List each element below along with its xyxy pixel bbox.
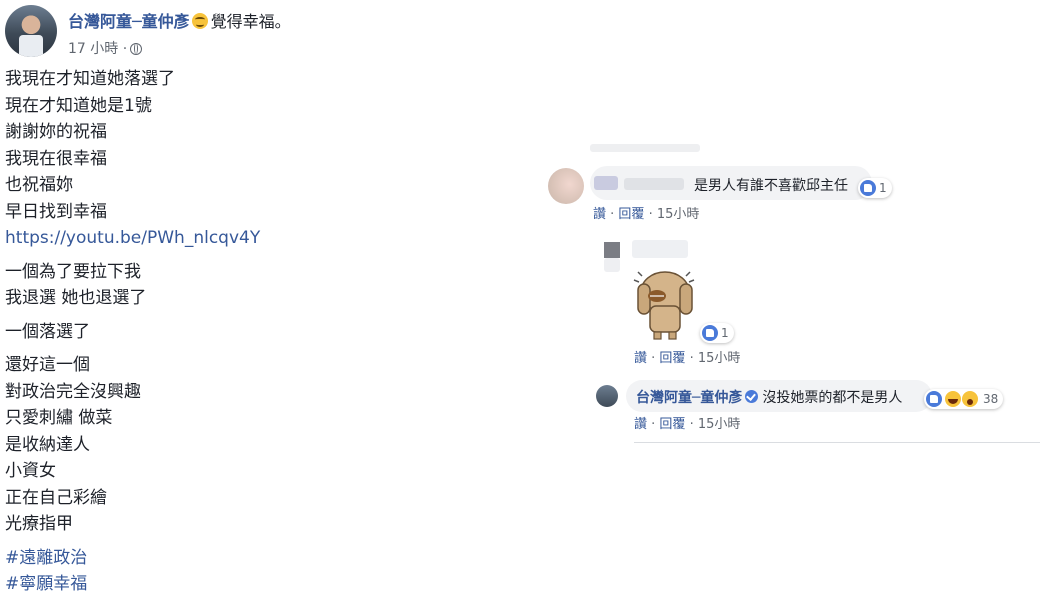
post-line: 是收納達人 xyxy=(5,434,90,455)
redacted-previous-comment xyxy=(590,144,700,152)
comment-bubble: 是男人有誰不喜歡邱主任 xyxy=(590,166,872,200)
post-meta: 17 小時 · xyxy=(68,38,143,58)
author-avatar[interactable] xyxy=(5,5,57,57)
post-author-name[interactable]: 台灣阿童─童仲彥 xyxy=(68,12,190,31)
comment-timestamp[interactable]: · 15小時 xyxy=(649,207,700,222)
redacted-commenter-name[interactable] xyxy=(604,258,620,272)
youtube-link[interactable]: https://youtu.be/PWh_nlcqv4Y xyxy=(5,225,260,252)
comment-timestamp[interactable]: · 15小時 xyxy=(690,417,741,432)
commenter-avatar-blurred[interactable] xyxy=(548,168,584,204)
comment-bubble: 台灣阿童─童仲彥 沒投她票的都不是男人 xyxy=(626,380,932,412)
smiling-face-icon xyxy=(191,13,208,29)
comment-actions: 讚 · 回覆 · 15小時 xyxy=(634,417,741,432)
post-timestamp[interactable]: 17 小時 · xyxy=(68,41,127,57)
reaction-summary[interactable]: 1 xyxy=(858,178,892,198)
globe-icon[interactable] xyxy=(130,43,143,55)
post-line: 我現在很幸福 xyxy=(5,148,107,169)
reaction-count: 1 xyxy=(721,326,729,340)
post-line: 謝謝妳的祝福 xyxy=(5,122,107,142)
post-body: 我現在才知道她落選了 現在才知道她是1號 謝謝妳的祝福 我現在很幸福 也祝福妳 … xyxy=(5,66,260,598)
comment-actions: 讚 · 回覆 · 15小時 xyxy=(593,207,700,222)
post-line: 只愛刺繡 做菜 xyxy=(5,408,113,428)
verified-badge-icon xyxy=(745,390,759,403)
like-icon xyxy=(860,180,876,196)
comments-divider xyxy=(634,442,1040,443)
reply-comment-button[interactable]: 回覆 xyxy=(659,351,685,366)
comment-text: 是男人有誰不喜歡邱主任 xyxy=(694,178,848,194)
post-line: 光療指甲 xyxy=(5,514,73,534)
redacted-commenter-name[interactable] xyxy=(594,176,618,190)
reaction-count: 38 xyxy=(983,392,999,406)
like-comment-button[interactable]: 讚 xyxy=(593,207,606,222)
post-line: 一個落選了 xyxy=(5,321,90,342)
reaction-count: 1 xyxy=(879,181,887,195)
reply-comment-button[interactable]: 回覆 xyxy=(659,417,685,432)
reply-author-avatar[interactable] xyxy=(596,385,618,407)
sticker-image[interactable] xyxy=(630,266,700,340)
post-feeling: 覺得幸福。 xyxy=(210,12,291,31)
like-comment-button[interactable]: 讚 xyxy=(634,351,647,366)
post-line: 正在自己彩繪 xyxy=(5,487,107,508)
post-line: 我退選 她也退選了 xyxy=(5,288,147,308)
post-line: 一個為了要拉下我 xyxy=(5,261,141,282)
comment-timestamp[interactable]: · 15小時 xyxy=(690,351,741,366)
redacted-commenter-name[interactable] xyxy=(624,178,684,190)
wow-icon xyxy=(962,391,978,407)
hashtag-link[interactable]: #遠離政治 xyxy=(5,545,260,572)
comment-text: 沒投她票的都不是男人 xyxy=(762,390,903,406)
comment-author-line: 台灣阿童─童仲彥 沒投她票的都不是男人 xyxy=(636,387,902,407)
reply-comment-button[interactable]: 回覆 xyxy=(618,207,644,222)
reaction-summary[interactable]: 38 xyxy=(924,389,1004,409)
like-comment-button[interactable]: 讚 xyxy=(634,417,647,432)
like-icon xyxy=(702,325,718,341)
commenter-avatar-blurred[interactable] xyxy=(604,242,620,258)
reaction-summary[interactable]: 1 xyxy=(700,323,734,343)
redacted-commenter-name[interactable] xyxy=(632,240,688,258)
hashtag-link[interactable]: #寧願幸福 xyxy=(5,571,260,598)
post-line: 還好這一個 xyxy=(5,355,90,375)
post-line: 對政治完全沒興趣 xyxy=(5,381,141,402)
post-line: 早日找到幸福 xyxy=(5,201,107,222)
post-author-line: 台灣阿童─童仲彥 覺得幸福。 xyxy=(68,8,291,32)
post-line: 小資女 xyxy=(5,461,56,481)
haha-icon xyxy=(945,391,961,407)
post-line: 我現在才知道她落選了 xyxy=(5,69,175,89)
comment-actions: 讚 · 回覆 · 15小時 xyxy=(634,351,741,366)
comment-author-name[interactable]: 台灣阿童─童仲彥 xyxy=(636,390,742,406)
like-icon xyxy=(926,391,942,407)
post-line: 也祝福妳 xyxy=(5,175,73,195)
post-line: 現在才知道她是1號 xyxy=(5,95,152,116)
